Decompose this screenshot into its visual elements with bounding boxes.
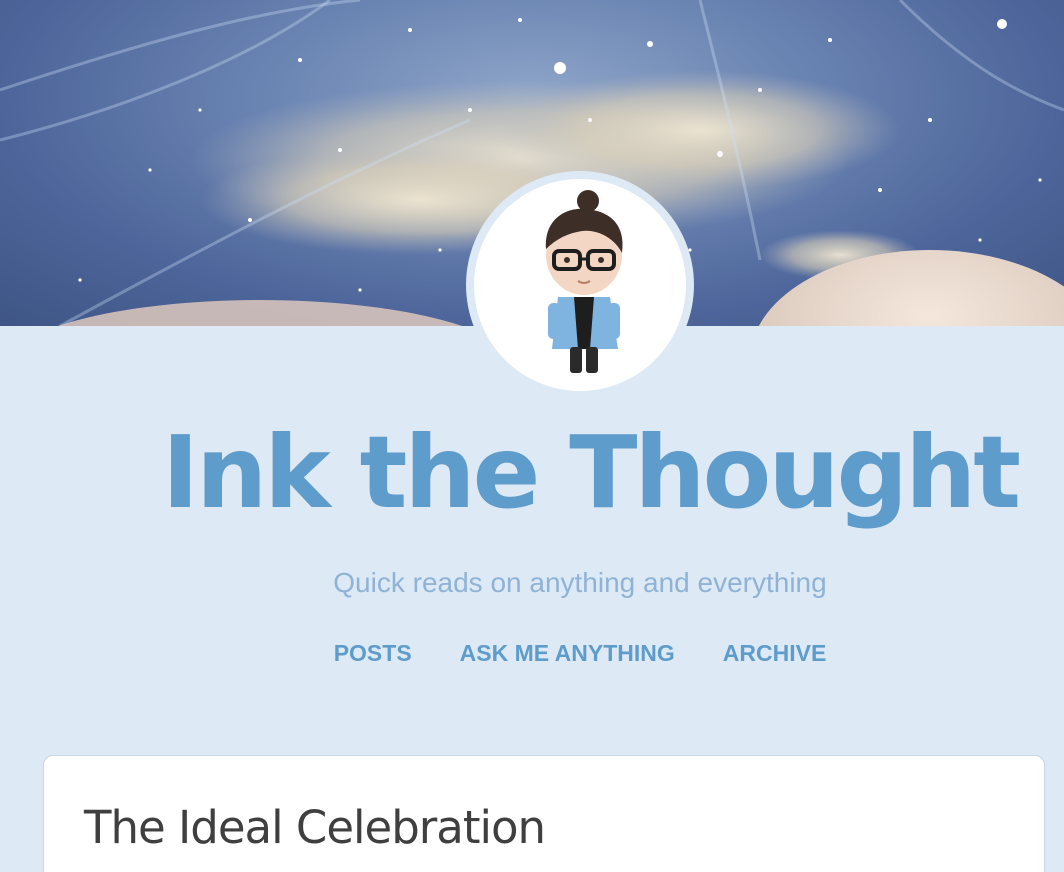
nav-item-posts[interactable]: POSTS — [334, 638, 412, 668]
nav-item-ask-me-anything[interactable]: ASK ME ANYTHING — [460, 638, 675, 668]
main-nav: POSTS ASK ME ANYTHING ARCHIVE — [0, 638, 1064, 668]
post-title[interactable]: The Ideal Celebration — [84, 800, 546, 856]
avatar[interactable] — [466, 171, 694, 399]
avatar-image — [474, 179, 686, 391]
blog-title[interactable]: Ink the Thought — [0, 413, 1064, 533]
post-card: The Ideal Celebration — [43, 755, 1045, 872]
nav-item-archive[interactable]: ARCHIVE — [723, 638, 827, 668]
blog-page: Ink the Thought Quick reads on anything … — [0, 0, 1064, 872]
blog-tagline: Quick reads on anything and everything — [333, 567, 827, 598]
